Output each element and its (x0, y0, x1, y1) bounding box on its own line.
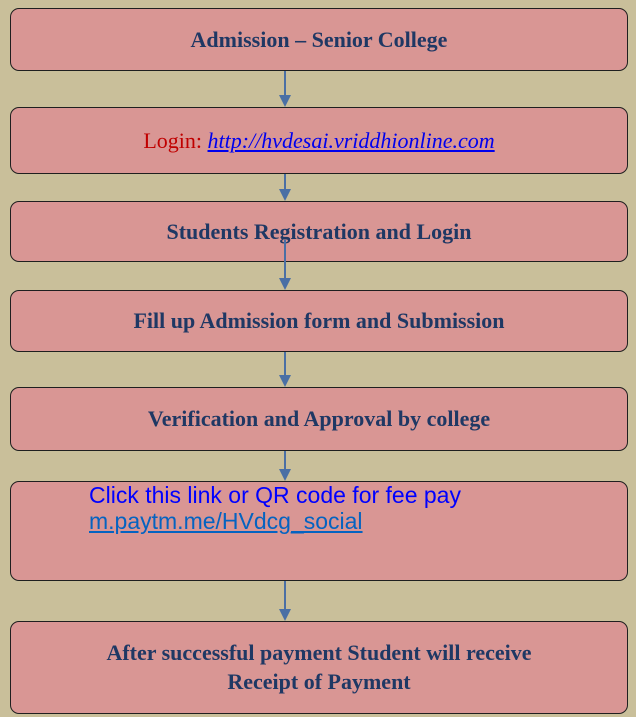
step-admission-label: Admission – Senior College (190, 26, 448, 52)
arrow-6 (279, 581, 291, 621)
step-registration: Students Registration and Login (10, 201, 628, 262)
step-fill-form-label: Fill up Admission form and Submission (133, 308, 505, 333)
step-fill-form: Fill up Admission form and Submission (10, 290, 628, 352)
step-verification: Verification and Approval by college (10, 387, 628, 451)
arrow-4 (279, 352, 291, 387)
step-final-line-1: After successful payment Student will re… (106, 639, 532, 665)
step-login: Login: http://hvdesai.vriddhionline.com (10, 107, 628, 174)
step-final-line-2: Receipt of Payment (227, 668, 411, 694)
arrow-2 (279, 174, 291, 201)
step-verification-label: Verification and Approval by college (147, 406, 491, 431)
step-admission: Admission – Senior College (10, 8, 628, 71)
payment-link[interactable]: m.paytm.me/HVdcg_social (89, 508, 363, 534)
arrow-5 (279, 451, 291, 481)
step-final: After successful payment Student will re… (10, 621, 628, 714)
step-payment: Click this link or QR code for fee pay m… (10, 481, 628, 581)
login-url-link[interactable]: http://hvdesai.vriddhionline.com (208, 128, 495, 153)
arrow-1 (279, 71, 291, 107)
payment-instruction: Click this link or QR code for fee pay (89, 482, 461, 508)
arrow-3 (279, 240, 291, 290)
login-label: Login: (143, 127, 208, 153)
step-registration-label: Students Registration and Login (166, 218, 472, 244)
